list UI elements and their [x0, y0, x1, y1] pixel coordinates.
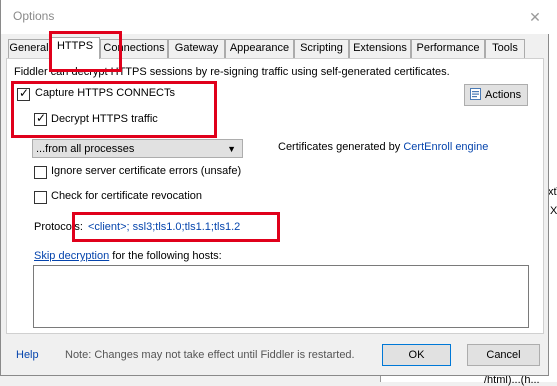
help-link[interactable]: Help — [16, 349, 39, 361]
tab-label: Gateway — [174, 42, 219, 54]
tab-label: Tools — [492, 42, 518, 54]
actions-button[interactable]: Actions — [464, 84, 528, 106]
gear-icon — [470, 88, 481, 100]
tab-label: Appearance — [229, 42, 290, 54]
ok-button[interactable]: OK — [382, 344, 451, 366]
actions-label: Actions — [485, 89, 522, 101]
restart-note: Note: Changes may not take effect until … — [65, 349, 355, 361]
skip-decryption-link[interactable]: Skip decryption — [34, 250, 109, 262]
chevron-down-icon: ▼ — [227, 144, 236, 154]
skip-hosts-textarea[interactable] — [33, 265, 529, 328]
cancel-button[interactable]: Cancel — [467, 344, 540, 366]
tab-performance[interactable]: Performance — [411, 39, 485, 58]
ignore-errors-label[interactable]: Ignore server certificate errors (unsafe… — [51, 165, 241, 177]
tab-scripting[interactable]: Scripting — [294, 39, 349, 58]
close-icon[interactable]: ✕ — [526, 8, 544, 26]
ignore-errors-checkbox[interactable] — [34, 166, 47, 179]
highlight-protocols — [72, 212, 280, 242]
background-text-3: X — [550, 205, 557, 217]
process-filter-select[interactable]: ...from all processes ▼ — [32, 139, 243, 158]
cert-generated-text: Certificates generated by CertEnroll eng… — [278, 141, 488, 153]
tab-extensions[interactable]: Extensions — [349, 39, 411, 58]
skip-decryption-suffix: for the following hosts: — [109, 250, 222, 262]
title-bar: Options ✕ — [1, 0, 550, 34]
window-title: Options — [13, 9, 55, 23]
cert-engine-link[interactable]: CertEnroll engine — [403, 141, 488, 153]
tab-label: Scripting — [300, 42, 343, 54]
highlight-https-tab — [49, 31, 122, 72]
highlight-https-options — [11, 81, 217, 138]
process-filter-value: ...from all processes — [36, 143, 135, 155]
revocation-label[interactable]: Check for certificate revocation — [51, 190, 202, 202]
cert-prefix: Certificates generated by — [278, 141, 404, 153]
background-text-2: xt\ — [548, 186, 557, 198]
revocation-checkbox[interactable] — [34, 191, 47, 204]
tab-label: General — [9, 42, 49, 54]
tab-general[interactable]: General — [8, 39, 50, 58]
tab-tools[interactable]: Tools — [485, 39, 525, 58]
tab-label: Performance — [416, 42, 480, 54]
tab-appearance[interactable]: Appearance — [225, 39, 294, 58]
tab-gateway[interactable]: Gateway — [168, 39, 225, 58]
tab-label: Extensions — [353, 42, 407, 54]
skip-decryption-text: Skip decryption for the following hosts: — [34, 250, 222, 262]
